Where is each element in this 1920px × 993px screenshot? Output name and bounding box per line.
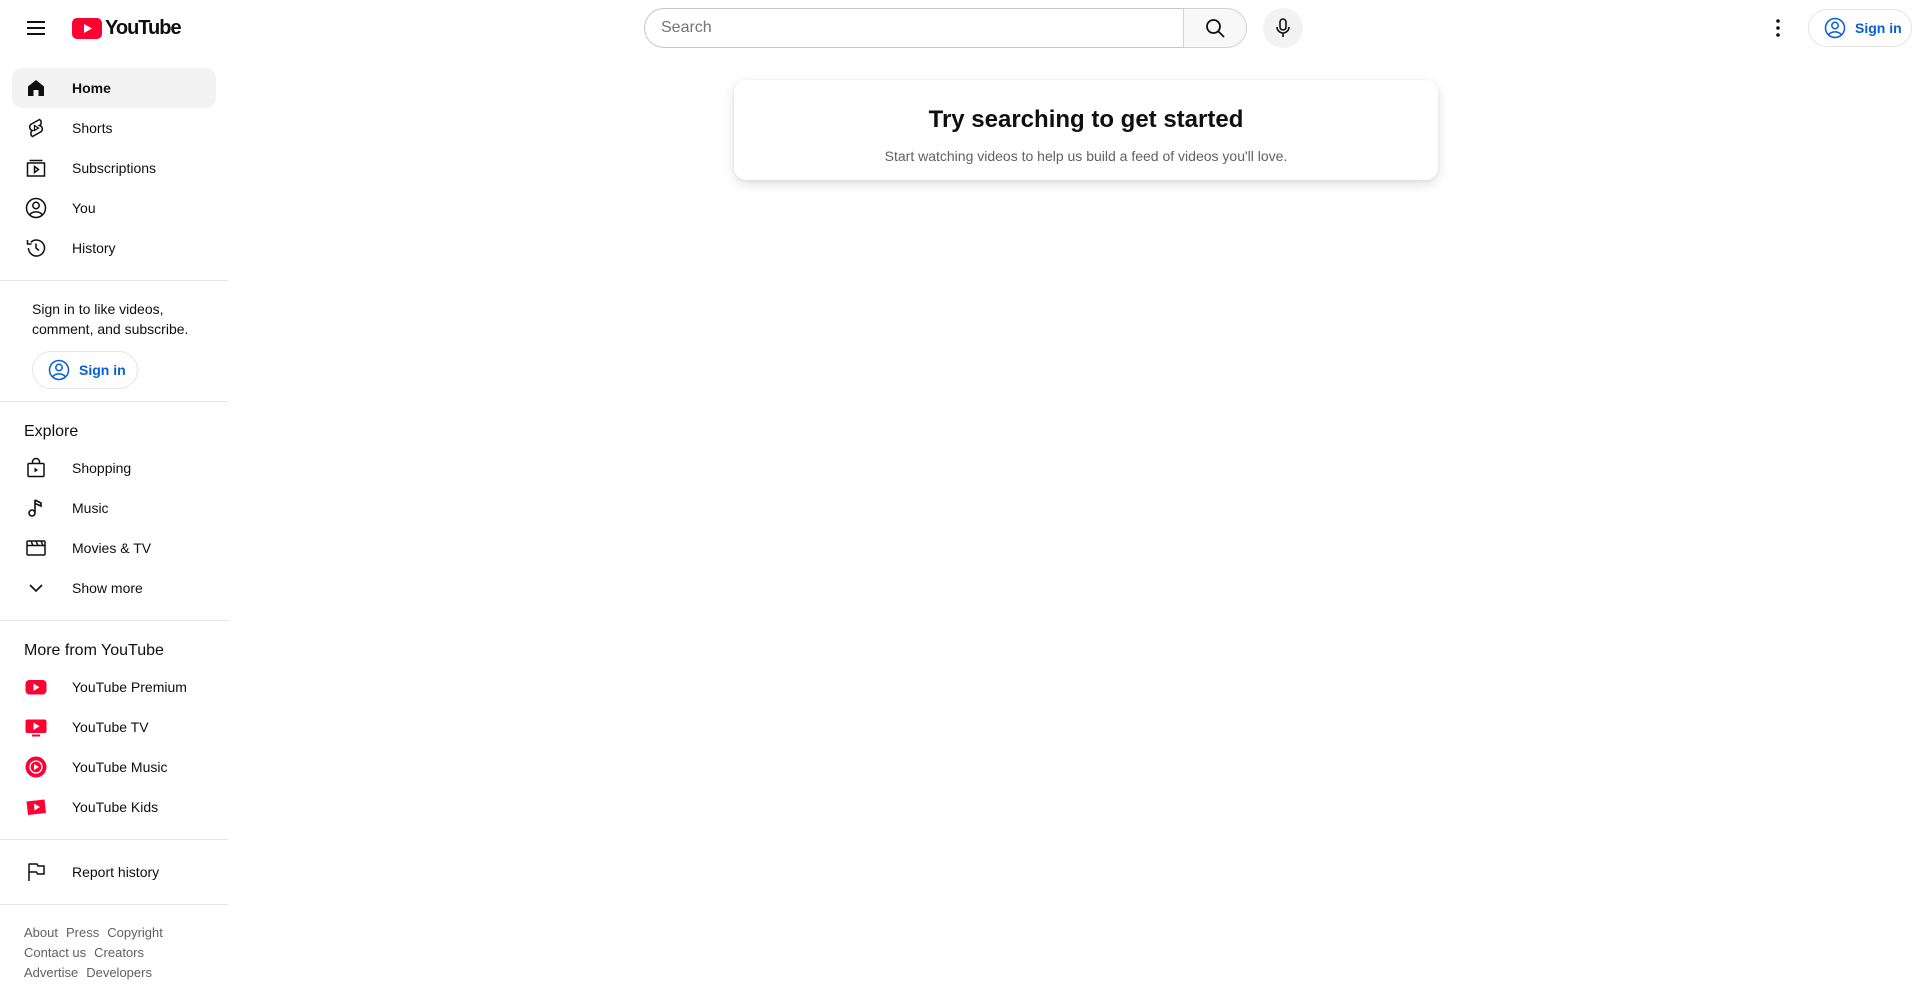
sidebar-item-label: Shorts (72, 120, 113, 136)
sidebar-item-report-history[interactable]: Report history (12, 852, 216, 892)
sidebar-item-music[interactable]: Music (12, 488, 216, 528)
sidebar-divider (0, 620, 228, 621)
music-icon (28, 499, 42, 517)
guide-footer-links: About Press Copyright Contact us Creators A… (12, 917, 216, 983)
sidebar-item-label: You (72, 200, 96, 216)
youtube-music-icon (25, 756, 47, 778)
subscriptions-icon (26, 159, 46, 177)
flag-icon (28, 863, 45, 881)
sidebar-item-shopping[interactable]: Shopping (12, 448, 216, 488)
explore-section-title: Explore (24, 423, 79, 440)
sidebar-item-youtube-kids[interactable]: YouTube Kids (12, 787, 216, 827)
sign-in-prompt: Sign in to like videos, comment, and sub… (32, 301, 189, 337)
guide-sidebar: Home Shorts Subscriptions You History Si (0, 56, 240, 993)
sidebar-divider (0, 280, 228, 281)
account-circle-icon (48, 359, 70, 381)
settings-more-button[interactable] (1758, 8, 1798, 48)
sidebar-sign-in-label: Sign in (79, 362, 126, 378)
voice-search-button[interactable] (1263, 8, 1303, 48)
footer-link-contact-us[interactable]: Contact us (24, 945, 86, 960)
chevron-down-icon (29, 584, 43, 593)
footer-link-about[interactable]: About (24, 925, 58, 940)
home-icon (28, 80, 44, 96)
logo-wordmark: YouTube (105, 16, 182, 39)
guide-menu-button[interactable] (16, 8, 56, 48)
more-from-youtube-title: More from YouTube (24, 642, 164, 659)
sidebar-item-youtube-tv[interactable]: YouTube TV (12, 707, 216, 747)
youtube-premium-icon (25, 680, 47, 695)
header-sign-in-button[interactable]: Sign in (1808, 9, 1912, 47)
footer-link-creators[interactable]: Creators (94, 945, 144, 960)
search-bar (644, 8, 1303, 48)
youtube-logo-icon (72, 17, 102, 39)
shopping-icon (27, 457, 45, 478)
sidebar-divider (0, 839, 228, 840)
header-sign-in-label: Sign in (1855, 20, 1902, 36)
footer-link-press[interactable]: Press (66, 925, 99, 940)
search-button[interactable] (1183, 8, 1247, 48)
search-input[interactable] (644, 8, 1183, 48)
youtube-kids-icon (26, 799, 46, 815)
hamburger-icon (27, 21, 45, 35)
sidebar-item-label: YouTube TV (72, 719, 149, 735)
sidebar-item-label: Movies & TV (72, 540, 152, 556)
more-vertical-icon (1776, 19, 1780, 37)
sidebar-item-label: Show more (72, 580, 143, 596)
sidebar-item-history[interactable]: History (12, 228, 216, 268)
sidebar-item-subscriptions[interactable]: Subscriptions (12, 148, 216, 188)
youtube-logo[interactable]: YouTube (72, 15, 182, 41)
sidebar-item-home[interactable]: Home (12, 68, 216, 108)
footer-link-copyright[interactable]: Copyright (107, 925, 163, 940)
sidebar-item-label: Report history (72, 864, 160, 880)
sidebar-item-label: Home (72, 80, 111, 96)
sidebar-item-show-more[interactable]: Show more (12, 568, 216, 608)
history-icon (26, 239, 46, 257)
shorts-icon (28, 118, 44, 138)
sidebar-divider (0, 401, 228, 402)
sidebar-divider (0, 904, 228, 905)
sidebar-item-label: Subscriptions (72, 160, 157, 176)
account-circle-icon (1824, 17, 1846, 39)
sidebar-item-label: Shopping (72, 460, 132, 476)
footer-link-advertise[interactable]: Advertise (24, 965, 78, 980)
sidebar-item-movies-tv[interactable]: Movies & TV (12, 528, 216, 568)
movies-icon (26, 540, 46, 556)
masthead: YouTube Sign in (0, 0, 1920, 56)
sidebar-item-you[interactable]: You (12, 188, 216, 228)
footer-link-developers[interactable]: Developers (86, 965, 152, 980)
empty-feed-subtitle: Start watching videos to help us build a… (884, 148, 1288, 164)
sidebar-item-label: Music (72, 500, 109, 516)
sidebar-item-label: History (72, 240, 116, 256)
sidebar-item-shorts[interactable]: Shorts (12, 108, 216, 148)
sidebar-item-label: YouTube Premium (72, 679, 187, 695)
microphone-icon (1276, 18, 1290, 37)
youtube-tv-icon (25, 719, 47, 737)
search-icon (1206, 19, 1225, 38)
empty-feed-title: Try searching to get started (928, 106, 1244, 133)
sidebar-item-youtube-premium[interactable]: YouTube Premium (12, 667, 216, 707)
sidebar-sign-in-button[interactable]: Sign in (32, 351, 138, 389)
sidebar-item-label: YouTube Kids (72, 799, 159, 815)
sidebar-item-youtube-music[interactable]: YouTube Music (12, 747, 216, 787)
sidebar-item-label: YouTube Music (72, 759, 168, 775)
empty-feed-card: Try searching to get started Start watch… (734, 80, 1438, 180)
you-icon (25, 197, 47, 219)
